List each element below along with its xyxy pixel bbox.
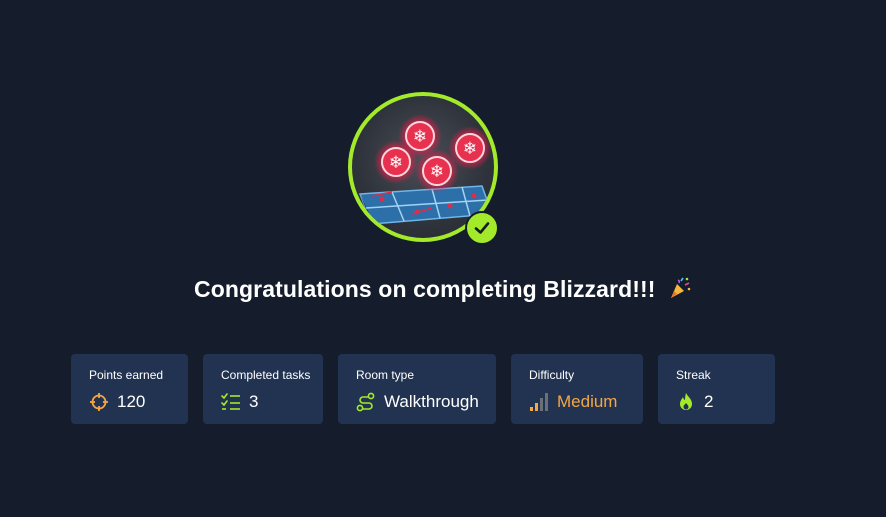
flame-icon <box>676 392 696 412</box>
room-type-value: Walkthrough <box>384 392 479 411</box>
crosshair-icon <box>89 392 109 412</box>
route-icon <box>356 392 376 412</box>
party-popper-icon <box>668 276 692 306</box>
svg-text:❄: ❄ <box>413 127 427 147</box>
svg-text:❄: ❄ <box>430 162 444 182</box>
svg-text:❄: ❄ <box>463 139 477 159</box>
stat-card-streak: Streak 2 <box>658 354 775 424</box>
svg-text:❄: ❄ <box>389 153 403 173</box>
stat-card-room-type: Room type Walkthrough <box>338 354 496 424</box>
tasks-label: Completed tasks <box>221 368 311 382</box>
difficulty-label: Difficulty <box>529 368 575 382</box>
stat-card-tasks: Completed tasks 3 <box>203 354 323 424</box>
completed-check-icon <box>465 211 499 245</box>
streak-label: Streak <box>676 368 711 382</box>
points-value: 120 <box>117 392 146 411</box>
signal-bars-icon <box>529 392 549 412</box>
completion-screen: ❄ ❄ ❄ ❄ Congratulations on completing Bl… <box>0 0 886 517</box>
room-type-label: Room type <box>356 368 415 382</box>
congratulations-heading: Congratulations on completing Blizzard!!… <box>0 276 886 306</box>
difficulty-value: Medium <box>557 392 618 411</box>
stat-card-points: Points earned 120 <box>71 354 188 424</box>
congratulations-text: Congratulations on completing Blizzard!!… <box>193 276 656 302</box>
tasks-value: 3 <box>249 392 259 411</box>
points-label: Points earned <box>89 368 164 382</box>
streak-value: 2 <box>704 392 714 411</box>
stat-card-difficulty: Difficulty Medium <box>511 354 643 424</box>
checklist-icon <box>221 392 241 412</box>
